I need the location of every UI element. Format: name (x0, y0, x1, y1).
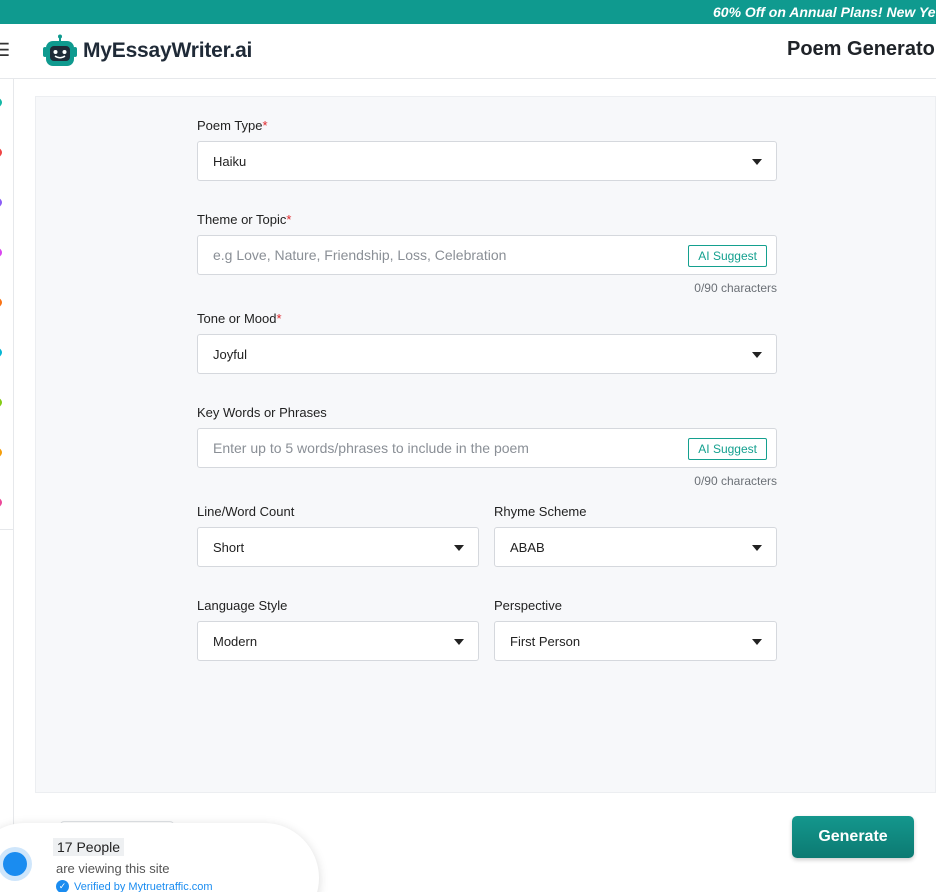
language-value: Modern (213, 634, 258, 649)
poem-type-select[interactable]: Haiku (197, 141, 777, 181)
poem-type-label: Poem Type* (197, 118, 268, 133)
required-marker: * (286, 212, 292, 227)
required-marker: * (276, 311, 282, 326)
sidebar-tool-icon[interactable] (0, 348, 2, 357)
tone-select[interactable]: Joyful (197, 334, 777, 374)
rhyme-value: ABAB (510, 540, 545, 555)
brand-logo[interactable]: MyEssayWriter.ai (42, 34, 252, 68)
caret-down-icon (454, 639, 464, 645)
language-label: Language Style (197, 598, 288, 613)
promo-banner[interactable]: 60% Off on Annual Plans! New Ye (0, 0, 936, 24)
rhyme-select[interactable]: ABAB (494, 527, 777, 567)
caret-down-icon (752, 159, 762, 165)
keywords-label: Key Words or Phrases (197, 405, 327, 420)
viewer-count: 17 People (53, 838, 125, 856)
sidebar-tool-icon[interactable] (0, 248, 2, 257)
page-title: Poem Generato (787, 38, 935, 60)
caret-down-icon (454, 545, 464, 551)
check-icon: ✓ (56, 880, 69, 892)
theme-ai-suggest-button[interactable]: AI Suggest (688, 245, 767, 267)
generate-button[interactable]: Generate (792, 816, 914, 858)
robot-icon (42, 34, 78, 68)
tone-label: Tone or Mood* (197, 311, 282, 326)
sidebar-tool-icon[interactable] (0, 398, 2, 407)
perspective-label: Perspective (494, 598, 562, 613)
keywords-field: AI Suggest (197, 428, 777, 468)
rhyme-label: Rhyme Scheme (494, 504, 587, 519)
live-dot (3, 852, 27, 876)
sidebar-tool-icon[interactable] (0, 148, 2, 157)
promo-text: 60% Off on Annual Plans! New Ye (713, 4, 936, 20)
sidebar-tool-icon[interactable] (0, 298, 2, 307)
theme-field: AI Suggest (197, 235, 777, 275)
verified-text: Verified by Mytruetraffic.com (74, 880, 213, 892)
line-count-select[interactable]: Short (197, 527, 479, 567)
caret-down-icon (752, 545, 762, 551)
keywords-char-count: 0/90 characters (694, 474, 777, 488)
sidebar-tool-icon[interactable] (0, 198, 2, 207)
sidebar-tool-icon[interactable] (0, 498, 2, 507)
menu-icon[interactable]: ☰ (0, 40, 10, 61)
perspective-value: First Person (510, 634, 581, 649)
language-select[interactable]: Modern (197, 621, 479, 661)
caret-down-icon (752, 352, 762, 358)
viewer-text: are viewing this site (56, 861, 170, 876)
theme-label: Theme or Topic* (197, 212, 292, 227)
verified-badge[interactable]: ✓ Verified by Mytruetraffic.com (56, 880, 213, 892)
theme-input[interactable] (198, 236, 678, 274)
poem-type-value: Haiku (213, 154, 247, 169)
top-header: ☰ MyEssayWriter.ai Poem Generato (0, 24, 936, 79)
tone-value: Joyful (213, 347, 247, 362)
sidebar-tool-icon[interactable] (0, 448, 2, 457)
sidebar-divider (0, 529, 14, 530)
caret-down-icon (752, 639, 762, 645)
perspective-select[interactable]: First Person (494, 621, 777, 661)
line-count-label: Line/Word Count (197, 504, 295, 519)
keywords-input[interactable] (198, 429, 678, 467)
sidebar (0, 79, 14, 892)
required-marker: * (262, 118, 268, 133)
sidebar-tool-icon[interactable] (0, 98, 2, 107)
keywords-ai-suggest-button[interactable]: AI Suggest (688, 438, 767, 460)
theme-char-count: 0/90 characters (694, 281, 777, 295)
line-count-value: Short (213, 540, 245, 555)
brand-name: MyEssayWriter.ai (83, 39, 253, 62)
